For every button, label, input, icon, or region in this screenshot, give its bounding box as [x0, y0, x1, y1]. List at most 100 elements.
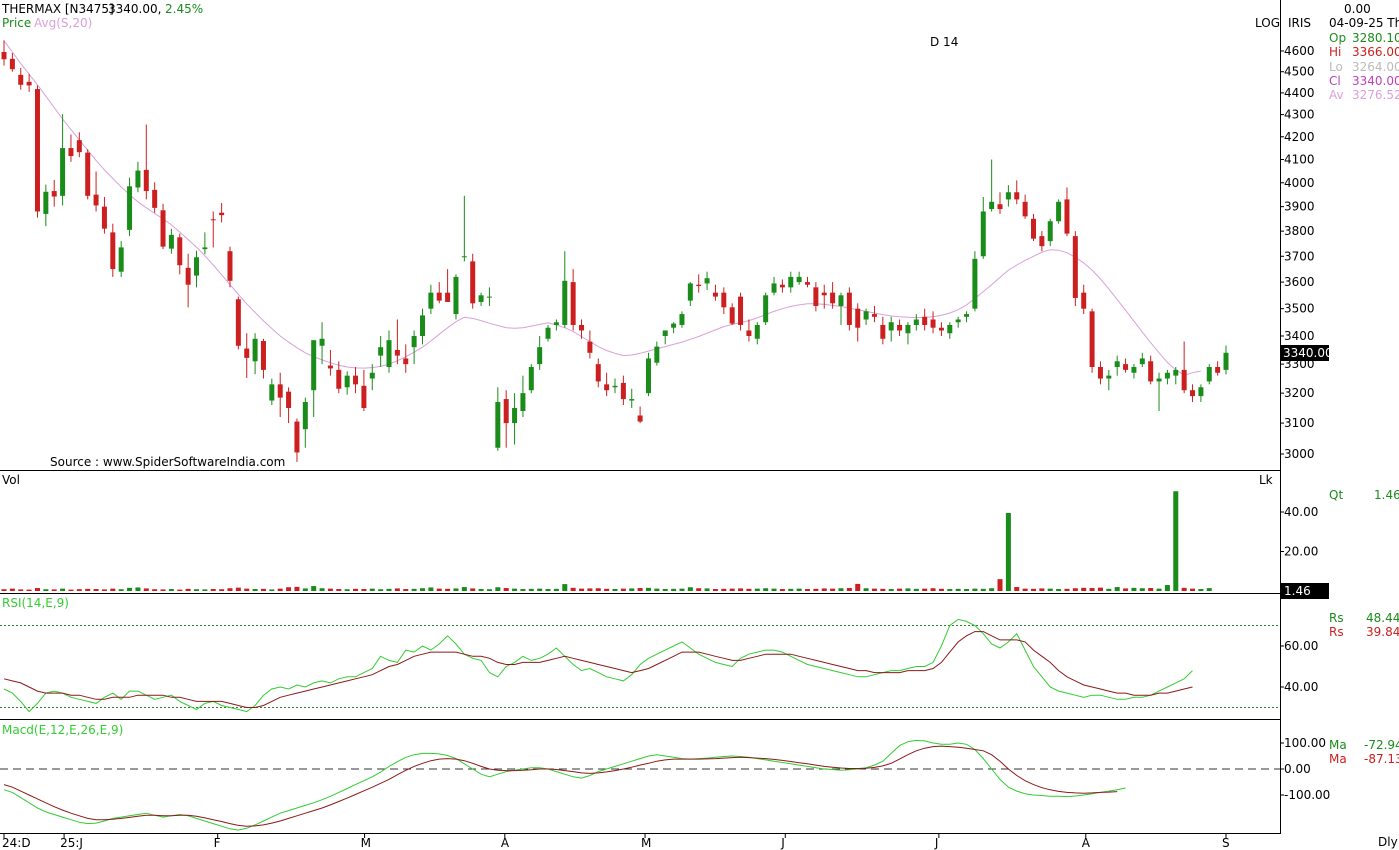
price-axis-tick-label: 3700: [1284, 249, 1315, 263]
price-tag-text: 3340.00: [1283, 346, 1333, 360]
volume-bars: [1, 491, 1212, 591]
volume-bar: [319, 588, 325, 591]
volume-bar: [260, 588, 266, 591]
candle: [972, 251, 978, 312]
candle-body: [461, 256, 467, 258]
candle: [185, 253, 191, 308]
candle-body: [1056, 201, 1062, 222]
candle: [1181, 341, 1187, 394]
candle: [252, 333, 258, 375]
candle: [712, 284, 718, 301]
candle-body: [1072, 236, 1078, 298]
volume-bar: [545, 589, 551, 591]
vol-label: Vol: [2, 473, 20, 487]
candle: [34, 85, 40, 218]
candle: [1047, 218, 1053, 247]
x-axis-tick-label: A: [1082, 836, 1091, 850]
volume-bar: [311, 586, 317, 591]
candle-body: [1223, 352, 1229, 370]
candle-body: [1014, 192, 1020, 200]
candle: [637, 406, 643, 424]
candle-body: [821, 292, 827, 296]
volume-bar: [1156, 588, 1162, 591]
candle-body: [76, 140, 82, 153]
volume-bar: [796, 588, 802, 591]
volume-bar: [361, 589, 367, 591]
candle-body: [34, 89, 40, 212]
candle-body: [252, 338, 258, 362]
candle: [286, 387, 292, 424]
volume-bar: [1106, 588, 1112, 591]
volume-bar: [344, 589, 350, 591]
volume-bar: [369, 588, 375, 591]
candle: [805, 276, 811, 288]
candle-body: [980, 211, 986, 257]
candle-body: [127, 186, 133, 230]
candle: [127, 177, 133, 237]
candle-body: [662, 330, 668, 336]
candle: [754, 322, 760, 345]
volume-bar: [679, 588, 685, 591]
candle-body: [1156, 378, 1162, 382]
candle-body: [194, 257, 200, 276]
stock-chart[interactable]: THERMAX [N3475] 3340.00, 2.45% Price Avg…: [0, 0, 1399, 850]
candle-body: [93, 194, 99, 206]
candle-body: [654, 346, 660, 363]
candle: [1114, 355, 1120, 376]
volume-bar: [897, 588, 903, 591]
volume-bar: [654, 588, 660, 591]
change-percent: 2.45%: [165, 2, 203, 16]
symbol-label: THERMAX [N3475]: [1, 2, 114, 16]
candle-body: [286, 391, 292, 408]
candle: [947, 322, 953, 339]
candle-body: [796, 276, 802, 283]
candle-body: [319, 338, 325, 346]
volume-bar: [411, 588, 417, 591]
candle-body: [1164, 372, 1170, 379]
candle-body: [595, 364, 601, 382]
candle: [219, 203, 225, 223]
candle: [461, 195, 467, 262]
volume-bar: [579, 588, 585, 591]
candle-body: [1131, 367, 1137, 373]
candle-body: [579, 324, 585, 331]
candle-body: [168, 234, 174, 249]
candle-body: [1106, 375, 1112, 379]
candle-body: [294, 421, 300, 453]
volume-bar: [202, 589, 208, 591]
candle: [60, 114, 66, 206]
log-label: LOG: [1255, 16, 1280, 30]
candle-body: [888, 322, 894, 331]
rsi-rs1-label: Rs: [1329, 611, 1344, 625]
candle: [763, 292, 769, 325]
candle: [512, 393, 518, 445]
volume-bar: [704, 588, 710, 591]
candle: [1030, 213, 1036, 242]
candle: [403, 344, 409, 373]
candle: [85, 149, 91, 200]
candle: [51, 179, 57, 207]
candle: [353, 367, 359, 394]
volume-bar: [537, 588, 543, 591]
candle-body: [1022, 201, 1028, 217]
x-axis-tick-label: F: [214, 836, 221, 850]
candle: [1064, 187, 1070, 237]
candle: [788, 271, 794, 293]
candle-body: [838, 295, 844, 306]
price-axis-tick-label: 3100: [1284, 416, 1315, 430]
rsi-axis-tick-label: 40.00: [1284, 680, 1318, 694]
volume-bar: [461, 587, 467, 591]
candle-body: [512, 407, 518, 424]
candle: [428, 284, 434, 315]
volume-bar: [1173, 491, 1179, 591]
candle: [1, 40, 7, 66]
volume-bar: [1097, 587, 1103, 591]
vol-axis: 20.00 40.00: [1280, 505, 1318, 559]
candle-body: [871, 314, 877, 317]
candle: [771, 276, 777, 296]
volume-bar: [1131, 587, 1137, 591]
volume-bar: [570, 587, 576, 591]
candle: [361, 369, 367, 411]
volume-bar: [302, 588, 308, 591]
candle-body: [754, 324, 760, 339]
